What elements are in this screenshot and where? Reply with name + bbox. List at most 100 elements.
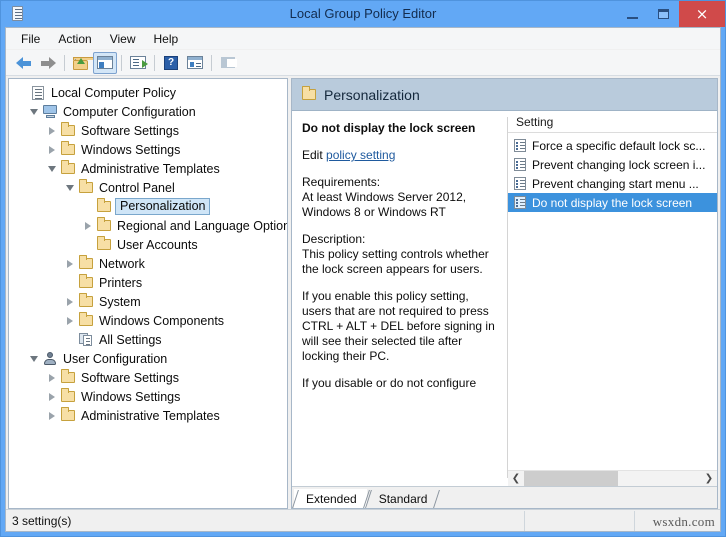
tree-item-user-accounts[interactable]: User Accounts	[9, 235, 287, 254]
properties-button[interactable]	[183, 52, 207, 74]
tree-expander[interactable]	[45, 126, 59, 135]
tree-item-label: Control Panel	[99, 180, 175, 195]
list-item[interactable]: Prevent changing start menu ...	[508, 174, 717, 193]
tree-expander[interactable]	[63, 259, 77, 268]
edit-label: Edit	[302, 148, 323, 162]
maximize-button[interactable]	[648, 1, 679, 27]
back-arrow-icon	[16, 56, 32, 69]
tree-item-network[interactable]: Network	[9, 254, 287, 273]
detail-setting-title: Do not display the lock screen	[302, 121, 476, 135]
console-tree-pane[interactable]: Local Computer Policy Computer Configura…	[8, 78, 288, 509]
tree-item-windows-settings-computer[interactable]: Windows Settings	[9, 140, 287, 159]
client-area: File Action View Help ? Local Computer P…	[5, 27, 721, 532]
setting-detail-panel: Do not display the lock screen Edit poli…	[292, 111, 507, 486]
tree-item-label: Administrative Templates	[81, 161, 220, 176]
folder-icon	[302, 86, 316, 100]
folder-icon	[59, 407, 77, 421]
list-item[interactable]: Prevent changing lock screen i...	[508, 155, 717, 174]
scroll-right-button[interactable]: ❯	[701, 471, 717, 486]
toolbar: ?	[6, 50, 720, 76]
tree-expander[interactable]	[63, 297, 77, 306]
folder-icon	[95, 198, 113, 212]
tree-item-windows-settings-user[interactable]: Windows Settings	[9, 387, 287, 406]
toolbar-separator	[154, 54, 155, 71]
close-button[interactable]: ×	[679, 1, 725, 27]
requirements-block: Requirements: At least Windows Server 201…	[302, 175, 495, 220]
tree-expander[interactable]	[45, 411, 59, 420]
tree-expander[interactable]	[45, 145, 59, 154]
tree-expander[interactable]	[45, 392, 59, 401]
tree-item-software-settings-computer[interactable]: Software Settings	[9, 121, 287, 140]
back-button[interactable]	[12, 52, 36, 74]
folder-icon	[77, 255, 95, 269]
horizontal-scrollbar[interactable]: ❮ ❯	[508, 470, 717, 486]
policy-setting-icon	[514, 158, 526, 171]
tree-expander[interactable]	[63, 184, 77, 191]
tree-expander[interactable]	[45, 165, 59, 172]
tree-item-label: User Configuration	[63, 351, 168, 366]
column-header-setting[interactable]: Setting	[508, 111, 717, 133]
tree-expander[interactable]	[81, 221, 95, 230]
tree-item-windows-components[interactable]: Windows Components	[9, 311, 287, 330]
menu-view[interactable]: View	[101, 30, 145, 48]
list-item-label: Force a specific default lock sc...	[532, 138, 706, 153]
tree-item-label: System	[99, 294, 141, 309]
tree-item-control-panel[interactable]: Control Panel	[9, 178, 287, 197]
list-item[interactable]: Do not display the lock screen	[508, 193, 717, 212]
filter-button[interactable]	[216, 52, 240, 74]
page-title: Personalization	[324, 86, 420, 103]
scrollbar-thumb[interactable]	[524, 471, 618, 486]
list-item[interactable]: Force a specific default lock sc...	[508, 136, 717, 155]
policy-setting-icon	[514, 139, 526, 152]
settings-list: Setting Force a specific default lock sc…	[508, 111, 717, 486]
show-hide-console-tree-button[interactable]	[93, 51, 117, 74]
tree-item-administrative-templates-user[interactable]: Administrative Templates	[9, 406, 287, 425]
tree-item-all-settings[interactable]: All Settings	[9, 330, 287, 349]
menu-file[interactable]: File	[12, 30, 49, 48]
tree-expander[interactable]	[63, 316, 77, 325]
up-one-level-button[interactable]	[69, 52, 97, 74]
folder-icon	[77, 179, 95, 193]
requirements-text: At least Windows Server 2012, Windows 8 …	[302, 190, 467, 219]
description-text-3: If you disable or do not configure	[302, 376, 477, 390]
folder-icon	[95, 236, 113, 250]
scroll-left-button[interactable]: ❮	[508, 471, 524, 486]
folder-icon	[59, 388, 77, 402]
folder-icon	[77, 312, 95, 326]
application-window: Local Group Policy Editor × File Action …	[0, 0, 726, 537]
tree-item-software-settings-user[interactable]: Software Settings	[9, 368, 287, 387]
list-item-label: Prevent changing lock screen i...	[532, 157, 706, 172]
tab-standard[interactable]: Standard	[367, 489, 438, 508]
maximize-icon	[658, 9, 669, 19]
toolbar-separator	[211, 54, 212, 71]
properties-icon	[187, 56, 203, 69]
tree-item-system[interactable]: System	[9, 292, 287, 311]
help-question-icon: ?	[164, 55, 178, 70]
help-button[interactable]: ?	[159, 52, 183, 74]
scrollbar-track[interactable]	[524, 471, 701, 486]
tree-item-label: Local Computer Policy	[51, 85, 177, 100]
policy-setting-link[interactable]: policy setting	[326, 148, 395, 162]
tree-item-personalization[interactable]: Personalization	[9, 197, 287, 216]
minimize-button[interactable]	[617, 1, 648, 27]
tree-expander[interactable]	[45, 373, 59, 382]
tree-expander[interactable]	[27, 108, 41, 115]
tree-item-administrative-templates-computer[interactable]: Administrative Templates	[9, 159, 287, 178]
export-list-button[interactable]	[126, 52, 150, 74]
tree-item-computer-configuration[interactable]: Computer Configuration	[9, 102, 287, 121]
watermark: wsxdn.com	[652, 514, 715, 529]
tree-item-regional-and-language-options[interactable]: Regional and Language Options	[9, 216, 287, 235]
results-pane: Personalization Do not display the lock …	[291, 78, 718, 509]
tree-item-user-configuration[interactable]: User Configuration	[9, 349, 287, 368]
tree-expander[interactable]	[27, 355, 41, 362]
tree-item-local-computer-policy[interactable]: Local Computer Policy	[9, 83, 287, 102]
tree-item-printers[interactable]: Printers	[9, 273, 287, 292]
main-split: Local Computer Policy Computer Configura…	[6, 76, 720, 509]
menu-help[interactable]: Help	[145, 30, 188, 48]
tree-item-label: Administrative Templates	[81, 408, 220, 423]
status-bar: 3 setting(s)	[6, 509, 720, 531]
menu-action[interactable]: Action	[49, 30, 100, 48]
forward-button[interactable]	[36, 52, 60, 74]
tree-item-label: All Settings	[99, 332, 162, 347]
tab-extended[interactable]: Extended	[294, 489, 367, 508]
